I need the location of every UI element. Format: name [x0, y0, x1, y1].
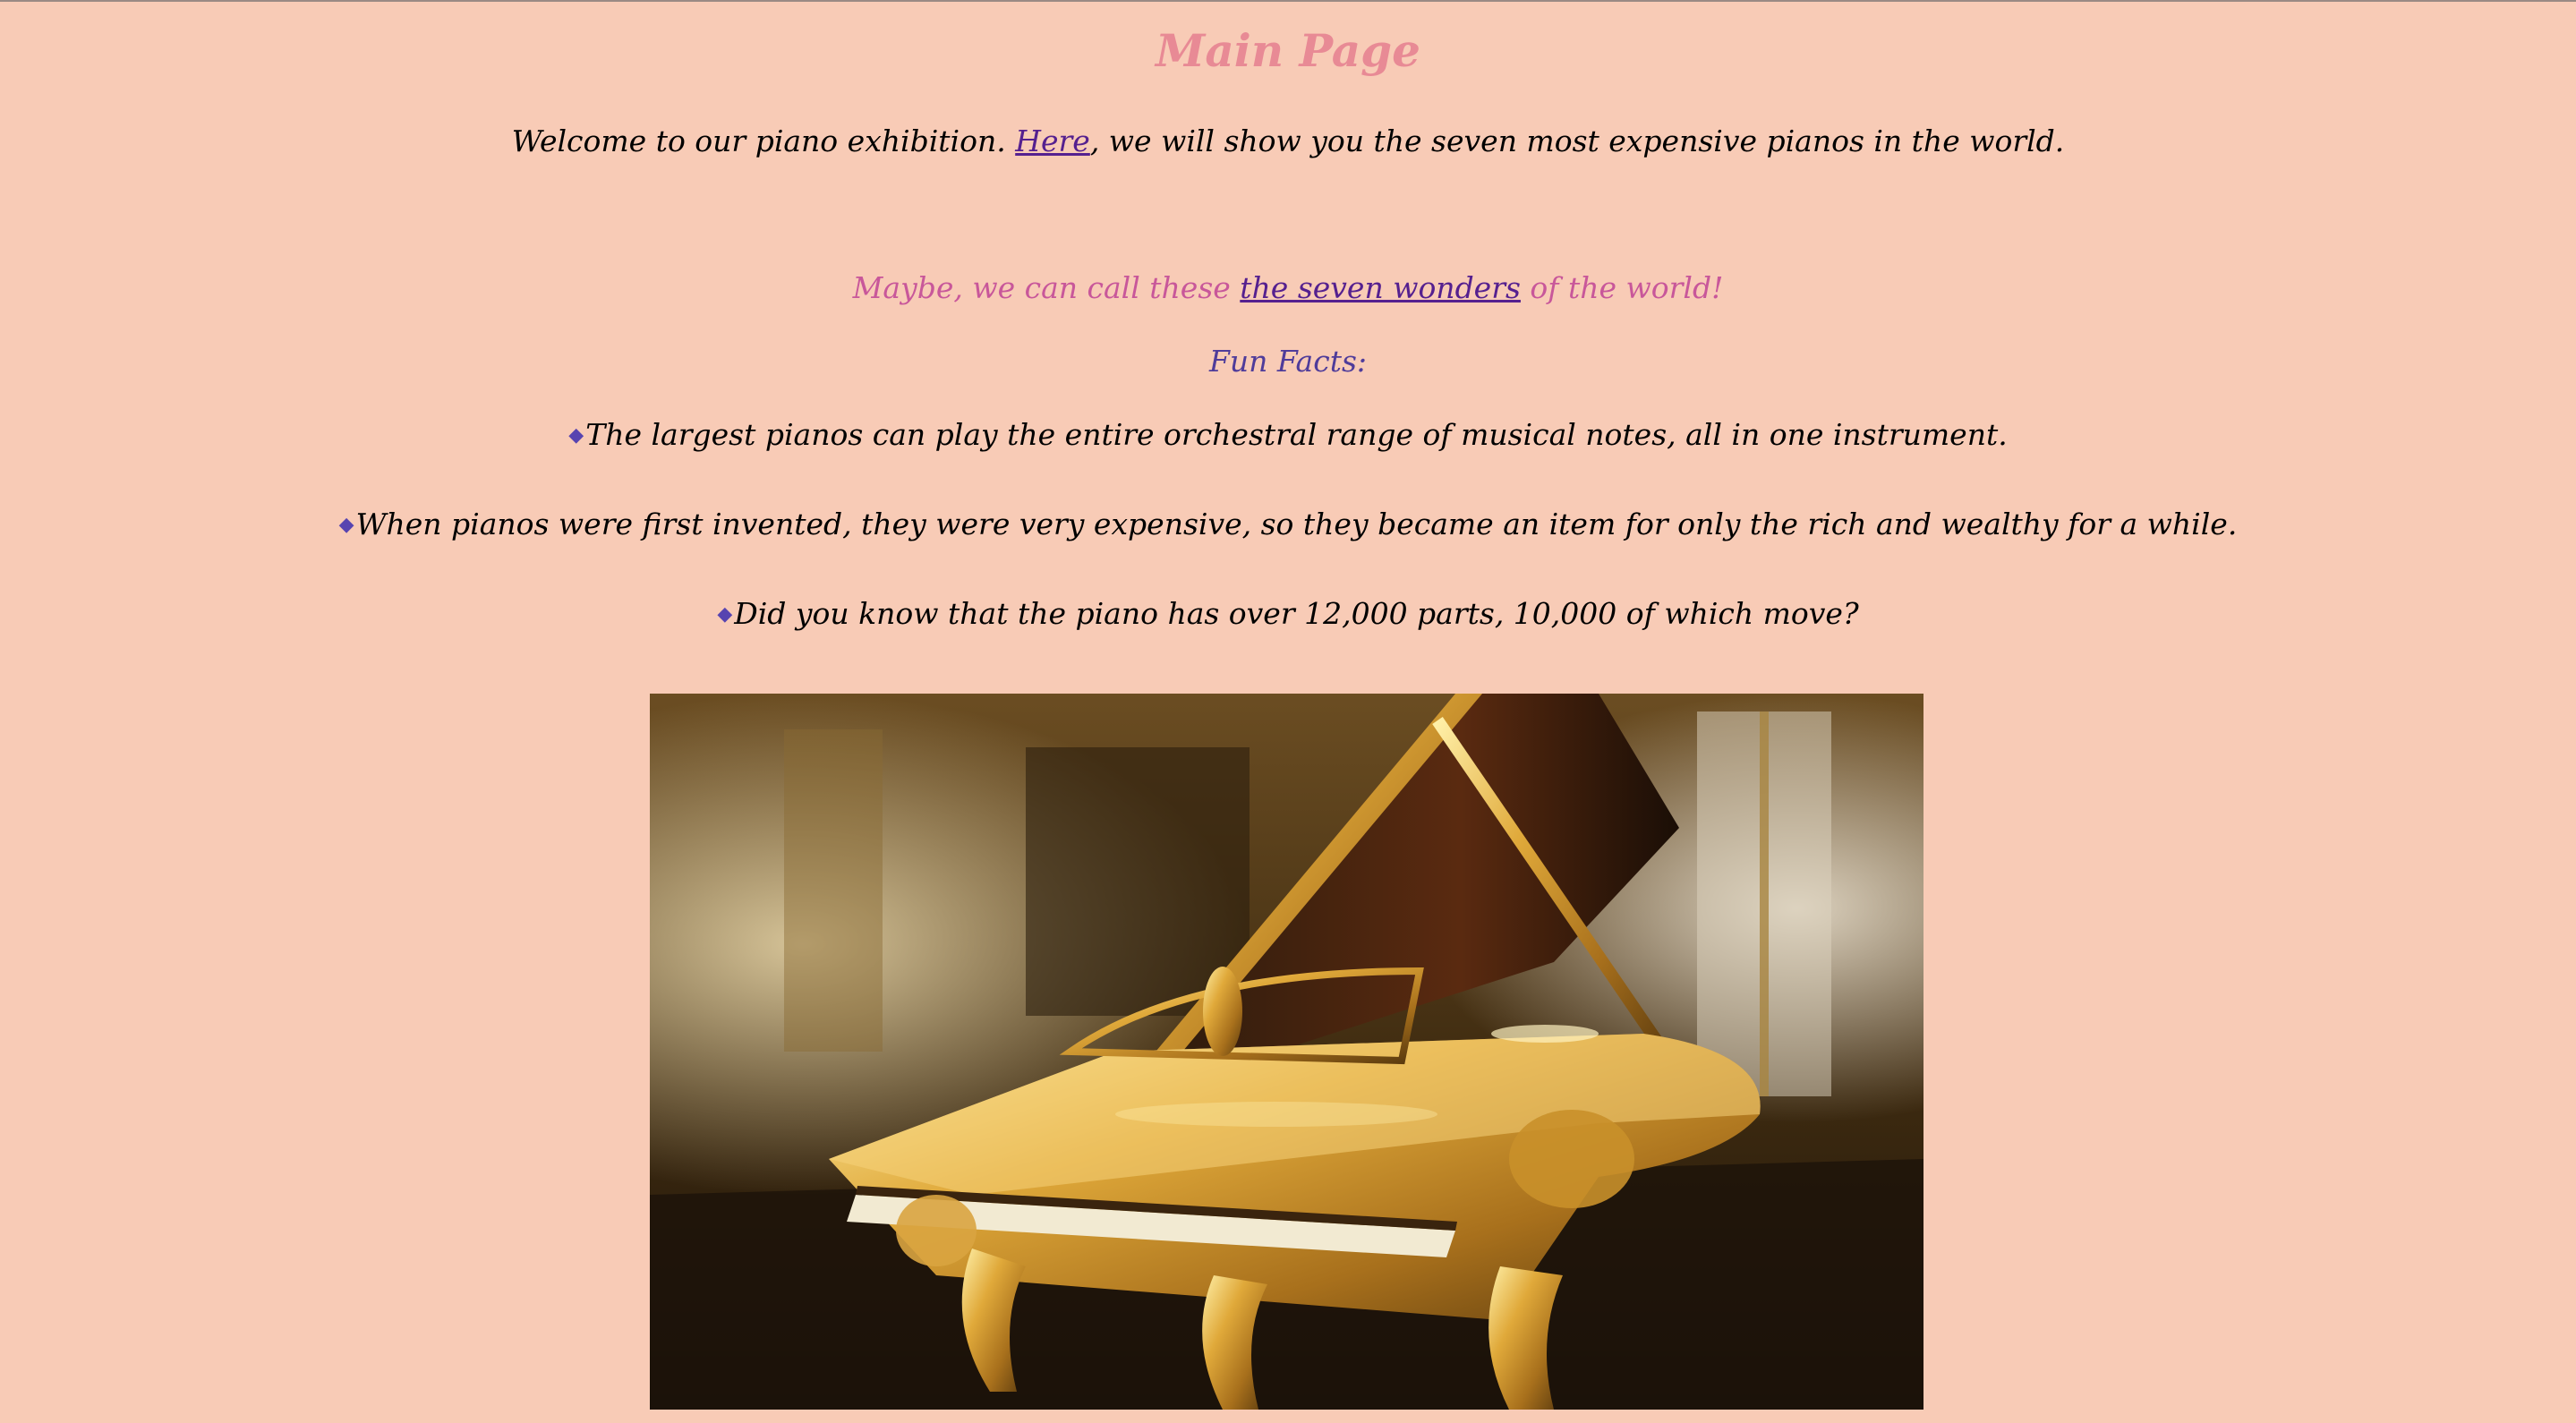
diamond-bullet-icon: ◆: [717, 603, 733, 626]
fun-fact-text: When pianos were first invented, they we…: [355, 507, 2238, 541]
wonders-text-before: Maybe, we can call these: [852, 270, 1241, 305]
fun-fact-item: ◆The largest pianos can play the entire …: [0, 412, 2576, 459]
fun-fact-item: ◆When pianos were first invented, they w…: [0, 501, 2576, 549]
fun-facts-heading: Fun Facts:: [1208, 344, 1368, 379]
fun-fact-item: ◆Did you know that the piano has over 12…: [0, 591, 2576, 638]
fun-fact-text: The largest pianos can play the entire o…: [585, 417, 2008, 452]
wonders-text-after: of the world!: [1520, 270, 1724, 305]
diamond-bullet-icon: ◆: [338, 514, 354, 536]
golden-grand-piano-image: [650, 694, 1923, 1410]
welcome-text-before: Welcome to our piano exhibition.: [511, 124, 1016, 158]
main-page: Main Page Welcome to our piano exhibitio…: [0, 0, 2576, 1423]
welcome-text: Welcome to our piano exhibition. Here, w…: [0, 118, 2576, 165]
seven-wonders-text: Maybe, we can call these the seven wonde…: [0, 265, 2576, 311]
diamond-bullet-icon: ◆: [568, 424, 584, 447]
here-link[interactable]: Here: [1015, 124, 1090, 158]
seven-wonders-link[interactable]: the seven wonders: [1240, 270, 1521, 305]
page-title: Main Page: [1156, 24, 1420, 77]
fun-fact-text: Did you know that the piano has over 12,…: [734, 596, 1859, 631]
welcome-text-after: , we will show you the seven most expens…: [1089, 124, 2065, 158]
